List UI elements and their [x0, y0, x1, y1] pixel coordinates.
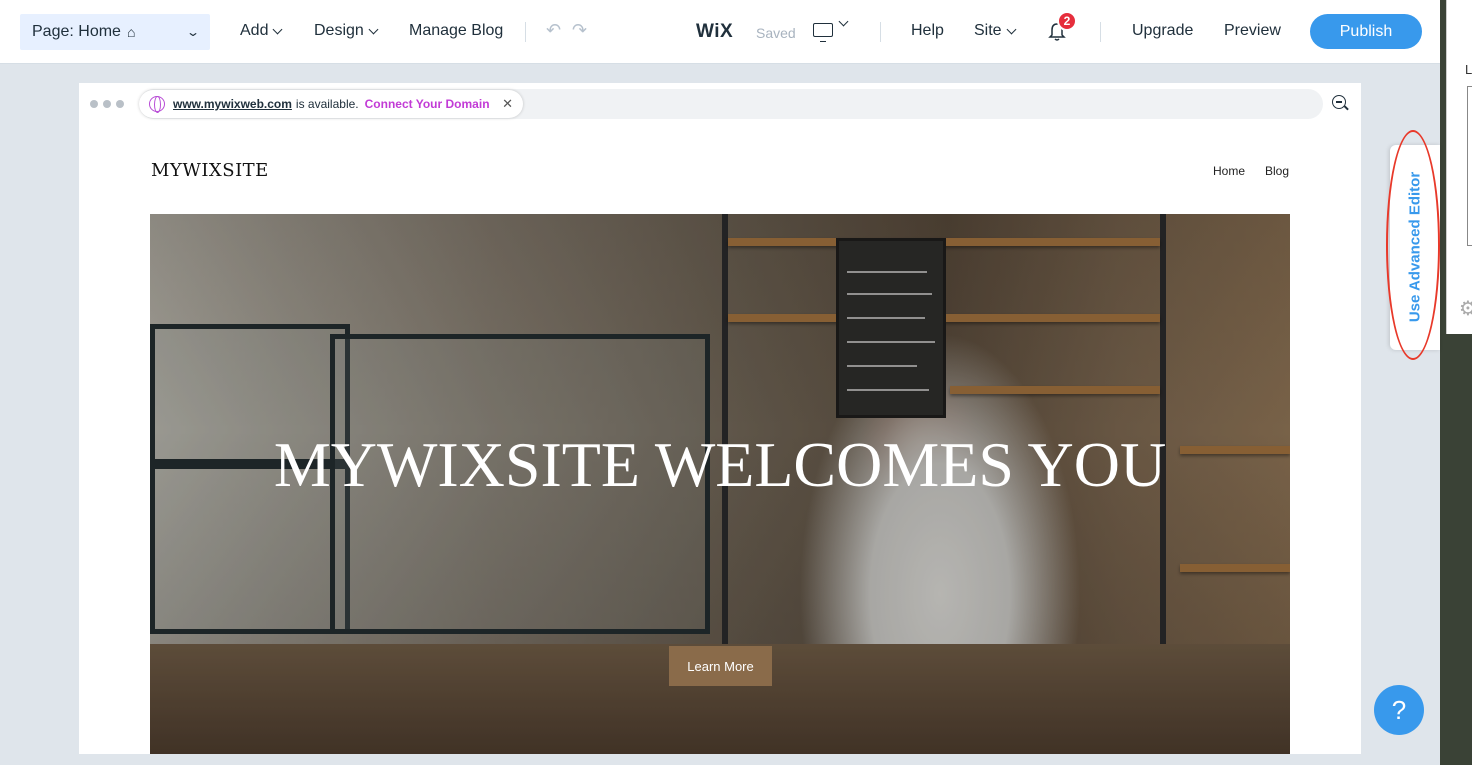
menu-help[interactable]: Help: [911, 22, 944, 40]
upgrade-label: Upgrade: [1132, 22, 1194, 39]
publish-button[interactable]: Publish: [1310, 14, 1422, 49]
window-dots: [90, 100, 124, 108]
site-preview-frame: www.mywixweb.com is available. Connect Y…: [79, 83, 1361, 754]
menu-manage-blog[interactable]: Manage Blog: [409, 22, 503, 40]
divider: [880, 22, 881, 42]
hero-image[interactable]: MYWIXSITE WELCOMES YOU Learn More: [150, 214, 1290, 754]
background-panel: L ⚙: [1446, 0, 1472, 334]
connect-domain-link[interactable]: Connect Your Domain: [365, 97, 490, 111]
menu-site-label: Site: [974, 22, 1002, 39]
panel-box: [1467, 86, 1472, 246]
saved-status: Saved: [756, 25, 796, 41]
notification-count-badge: 2: [1057, 11, 1077, 31]
chevron-down-icon: [838, 16, 849, 27]
site-title[interactable]: MYWIXSITE: [151, 160, 269, 181]
domain-available-text: is available.: [295, 97, 359, 111]
site-nav-blog[interactable]: Blog: [1265, 164, 1289, 178]
page-selector[interactable]: Page: Home ⌂ ⌄: [20, 14, 210, 50]
domain-notice: www.mywixweb.com is available. Connect Y…: [139, 90, 523, 118]
chevron-down-icon: [273, 24, 283, 34]
panel-letter: L: [1465, 62, 1472, 77]
menu-help-label: Help: [911, 22, 944, 39]
chevron-down-icon: ⌄: [185, 25, 201, 39]
upgrade-button[interactable]: Upgrade: [1132, 22, 1193, 40]
redo-icon[interactable]: ↷: [572, 20, 587, 41]
preview-label: Preview: [1224, 22, 1281, 39]
chevron-down-icon: [368, 24, 379, 34]
globe-icon: [149, 96, 165, 113]
highlight-circle: [1386, 130, 1440, 360]
page-selector-label: Page: Home: [32, 23, 121, 40]
menu-add[interactable]: Add: [240, 22, 283, 40]
undo-icon[interactable]: ↶: [546, 20, 561, 41]
divider: [525, 22, 526, 42]
menu-add-label: Add: [240, 22, 269, 39]
hero-title[interactable]: MYWIXSITE WELCOMES YOU: [150, 424, 1290, 506]
close-icon[interactable]: ✕: [502, 96, 513, 112]
menu-design[interactable]: Design: [314, 22, 379, 40]
site-nav-home[interactable]: Home: [1213, 164, 1245, 178]
chevron-down-icon: [1006, 24, 1017, 34]
preview-button[interactable]: Preview: [1224, 22, 1281, 40]
domain-link[interactable]: www.mywixweb.com: [173, 97, 292, 111]
divider: [1100, 22, 1101, 42]
menu-site[interactable]: Site: [974, 22, 1017, 40]
gear-icon[interactable]: ⚙: [1459, 296, 1472, 321]
address-bar: www.mywixweb.com is available. Connect Y…: [79, 83, 1361, 125]
learn-more-button[interactable]: Learn More: [669, 646, 772, 686]
menu-manage-blog-label: Manage Blog: [409, 22, 504, 39]
menu-design-label: Design: [314, 22, 364, 39]
editor-topbar: Page: Home ⌂ ⌄ Add Design Manage Blog ↶ …: [0, 0, 1440, 64]
wix-logo: WiX: [696, 21, 734, 42]
help-button[interactable]: ?: [1374, 685, 1424, 735]
zoom-out-icon[interactable]: [1332, 95, 1346, 109]
desktop-device-icon[interactable]: [813, 23, 833, 42]
device-dropdown[interactable]: [838, 16, 849, 27]
home-icon: ⌂: [126, 24, 136, 40]
